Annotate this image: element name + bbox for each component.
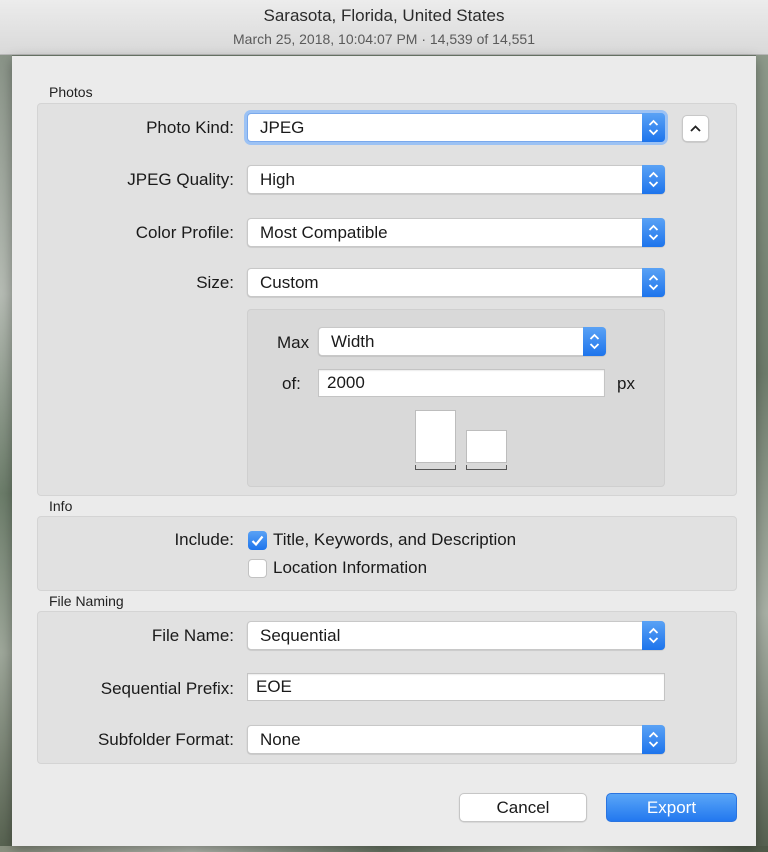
subfolder-format-value: None <box>260 730 301 749</box>
size-label: Size: <box>196 273 234 292</box>
export-button[interactable]: Export <box>606 793 737 822</box>
updown-arrows-icon <box>642 725 665 754</box>
max-size-field[interactable] <box>318 369 605 397</box>
updown-arrows-icon <box>642 268 665 297</box>
portrait-bracket <box>415 465 456 470</box>
sequential-prefix-field[interactable] <box>247 673 665 701</box>
jpeg-quality-popup[interactable]: High <box>247 165 665 194</box>
updown-arrows-icon <box>642 218 665 247</box>
px-unit-label: px <box>617 374 635 393</box>
max-dimension-value: Width <box>331 332 375 351</box>
collapse-disclosure-button[interactable] <box>682 115 709 142</box>
sequential-prefix-label: Sequential Prefix: <box>100 679 234 698</box>
photo-kind-value: JPEG <box>260 118 305 137</box>
background-photo-right <box>756 55 768 852</box>
window-title: Sarasota, Florida, United States <box>263 6 505 25</box>
window-titlebar: Sarasota, Florida, United States March 2… <box>0 0 768 55</box>
landscape-bracket <box>466 465 507 470</box>
portrait-preview <box>415 410 456 463</box>
jpeg-quality-value: High <box>260 170 295 189</box>
color-profile-label: Color Profile: <box>135 223 234 242</box>
subfolder-format-label: Subfolder Format: <box>97 730 234 749</box>
file-name-popup[interactable]: Sequential <box>247 621 665 650</box>
photo-kind-popup[interactable]: JPEG <box>247 113 665 142</box>
file-naming-group: File Name: Sequential Sequential Prefix:… <box>37 611 737 764</box>
updown-arrows-icon <box>583 327 606 356</box>
size-popup[interactable]: Custom <box>247 268 665 297</box>
max-dimension-popup[interactable]: Width <box>318 327 606 356</box>
include-label: Include: <box>174 530 234 549</box>
include-location-label[interactable]: Location Information <box>273 558 427 578</box>
of-label: of: <box>282 374 301 393</box>
custom-size-group: Max Width of: px <box>247 309 665 487</box>
size-value: Custom <box>260 273 319 292</box>
window-subtitle: March 25, 2018, 10:04:07 PM · 14,539 of … <box>233 31 535 47</box>
updown-arrows-icon <box>642 621 665 650</box>
max-size-input[interactable] <box>319 370 604 396</box>
color-profile-value: Most Compatible <box>260 223 388 242</box>
include-location-checkbox[interactable] <box>248 559 267 578</box>
photos-group: Photo Kind: JPEG JPEG Quality: High Colo… <box>37 103 737 496</box>
checkmark-icon <box>251 535 264 547</box>
export-sheet: Photos Photo Kind: JPEG JPEG Quality: Hi… <box>12 56 756 846</box>
info-group: Include: Title, Keywords, and Descriptio… <box>37 516 737 591</box>
jpeg-quality-label: JPEG Quality: <box>127 170 234 189</box>
include-title-label[interactable]: Title, Keywords, and Description <box>273 530 516 550</box>
section-title-file-naming: File Naming <box>49 593 124 609</box>
photo-kind-label: Photo Kind: <box>146 118 234 137</box>
section-title-info: Info <box>49 498 73 514</box>
background-photo-left <box>0 55 12 852</box>
max-label: Max <box>277 333 310 352</box>
include-title-checkbox[interactable] <box>248 531 267 550</box>
color-profile-popup[interactable]: Most Compatible <box>247 218 665 247</box>
file-name-label: File Name: <box>151 626 234 645</box>
subfolder-format-popup[interactable]: None <box>247 725 665 754</box>
updown-arrows-icon <box>642 165 665 194</box>
file-name-value: Sequential <box>260 626 341 645</box>
updown-arrows-icon <box>642 113 665 142</box>
background-photo-bottom <box>0 846 768 852</box>
sequential-prefix-input[interactable] <box>248 674 664 700</box>
landscape-preview <box>466 430 507 463</box>
cancel-button[interactable]: Cancel <box>459 793 587 822</box>
section-title-photos: Photos <box>49 84 93 100</box>
chevron-up-icon <box>690 125 701 132</box>
